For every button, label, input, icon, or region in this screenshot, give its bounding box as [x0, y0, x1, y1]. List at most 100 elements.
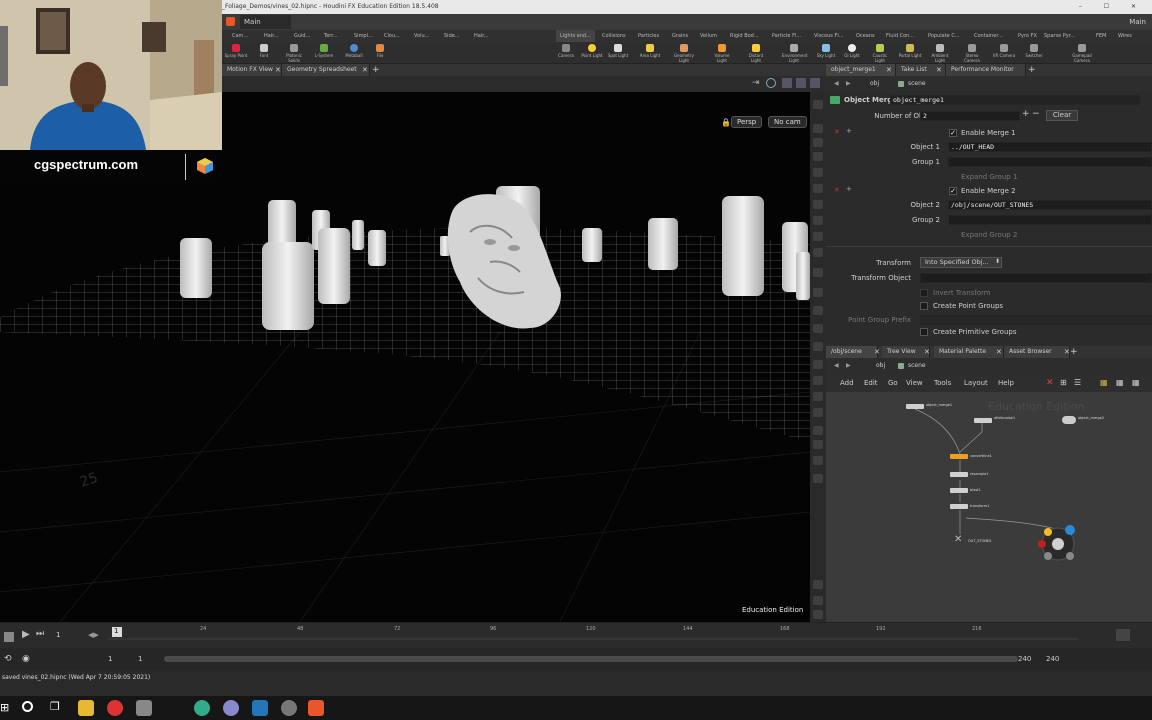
grid-icon[interactable] [813, 596, 823, 605]
shelf-tab[interactable]: Particles [638, 30, 659, 42]
display-tool-icon[interactable] [813, 232, 823, 241]
switcher-tool[interactable]: Switcher [1022, 43, 1046, 58]
range-end-field[interactable]: 240 [1018, 655, 1031, 663]
expand-group2-button[interactable]: Expand Group 2 [961, 231, 1017, 239]
shelf-tab[interactable]: Hair... [264, 30, 279, 42]
group2-field[interactable] [948, 215, 1152, 225]
menu-add[interactable]: Add [840, 374, 854, 392]
shelf-tab[interactable]: Particle Fl... [772, 30, 801, 42]
houdini-taskbar-icon[interactable] [308, 700, 324, 716]
close-icon[interactable]: ✕ [924, 346, 930, 358]
portal-light-tool[interactable]: Portal Light [898, 43, 922, 58]
invert-transform-checkbox[interactable] [920, 289, 928, 297]
add-tab-icon[interactable]: + [1028, 64, 1036, 76]
node-name-field[interactable]: object_merge1 [890, 95, 1140, 105]
gamepad-camera-tool[interactable]: Gamepad Camera [1070, 43, 1094, 63]
grid-icon[interactable]: ▦ [1116, 374, 1124, 392]
list-icon[interactable]: ☰ [1074, 374, 1081, 392]
area-light-tool[interactable]: Area Light [638, 43, 662, 58]
display-tool-icon[interactable] [813, 138, 823, 147]
path-scene[interactable]: scene [908, 76, 926, 92]
remove-multiparm-icon[interactable]: − [1032, 109, 1040, 119]
tab-geometry-spreadsheet[interactable]: Geometry Spreadsheet [282, 64, 370, 76]
create-point-groups-checkbox[interactable] [920, 302, 928, 310]
clear-button[interactable]: Clear [1046, 110, 1078, 121]
shelf-tab[interactable]: Wires [1118, 30, 1132, 42]
display-tool-icon[interactable] [813, 184, 823, 193]
remove-instance-icon[interactable]: ✕ [834, 128, 840, 136]
display-tool-icon[interactable] [813, 408, 823, 417]
null-node-icon[interactable]: ✕ [954, 534, 962, 545]
node-ring-menu[interactable] [1034, 520, 1084, 566]
vr-camera-tool[interactable]: VR Camera [992, 43, 1016, 58]
display-tool-icon[interactable] [813, 392, 823, 401]
display-tool-icon[interactable] [813, 440, 823, 449]
shelf-tab[interactable]: Terr... [324, 30, 338, 42]
play-icon[interactable]: ▶ [22, 629, 30, 640]
shelf-tab-active[interactable]: Lights and... [556, 30, 595, 42]
forward-arrow-icon[interactable]: ▶ [846, 76, 851, 92]
enable-merge2-checkbox[interactable]: ✓ [949, 187, 957, 195]
network-node[interactable] [950, 472, 968, 477]
start-icon[interactable]: ⊞ [0, 701, 9, 714]
end-frame-field[interactable]: 240 [1046, 655, 1059, 663]
file-tool[interactable]: File [368, 43, 392, 58]
path-obj[interactable]: obj [876, 358, 885, 374]
insert-instance-icon[interactable]: + [846, 127, 852, 135]
spot-light-tool[interactable]: Spot Light [606, 43, 630, 58]
home-view-icon[interactable] [766, 78, 776, 88]
display-tool-icon[interactable] [813, 168, 823, 177]
display-options-icon[interactable] [796, 78, 806, 88]
spray-paint-tool[interactable]: Spray Paint [224, 43, 248, 58]
add-multiparm-icon[interactable]: + [1022, 109, 1030, 119]
start-frame-field[interactable]: 1 [108, 655, 112, 663]
close-icon[interactable]: ✕ [996, 346, 1002, 358]
app-icon[interactable] [136, 700, 152, 716]
display-tool-icon[interactable] [813, 200, 823, 209]
tab-tree-view[interactable]: Tree View [882, 346, 930, 358]
grid-view-icon[interactable]: ▦ [1100, 374, 1108, 392]
stereo-camera-tool[interactable]: Stereo Camera [960, 43, 984, 63]
shelf-tab[interactable]: Hair... [474, 30, 489, 42]
shelf-tab[interactable]: Side... [444, 30, 460, 42]
distant-light-tool[interactable]: Distant Light [744, 43, 768, 63]
font-tool[interactable]: Font [252, 43, 276, 58]
tab-motion-fx-view[interactable]: Motion FX View [222, 64, 282, 76]
back-arrow-icon[interactable]: ◀ [834, 76, 839, 92]
display-tool-icon[interactable] [813, 248, 823, 257]
remove-instance-icon[interactable]: ✕ [834, 186, 840, 194]
arrow-icon[interactable]: ⇥ [752, 78, 760, 88]
shelf-tab[interactable]: Sparse Pyr... [1044, 30, 1075, 42]
back-arrow-icon[interactable]: ◀ [834, 358, 839, 374]
volume-light-tool[interactable]: Volume Light [710, 43, 734, 63]
menu-layout[interactable]: Layout [964, 374, 988, 392]
shelf-tab[interactable]: Simpl... [354, 30, 373, 42]
display-tool-icon[interactable] [813, 342, 823, 351]
close-icon[interactable]: ✕ [1064, 346, 1070, 358]
display-tool-icon[interactable] [813, 360, 823, 369]
step-back-icon[interactable]: ◀▶ [88, 631, 99, 639]
path-scene[interactable]: scene [908, 358, 926, 374]
platonic-solids-tool[interactable]: Platonic Solids [282, 43, 306, 63]
keys-icon[interactable] [1116, 629, 1130, 641]
display-tool-icon[interactable] [813, 456, 823, 465]
shelf-tab[interactable]: Collisions [602, 30, 626, 42]
add-tab-icon[interactable]: + [372, 64, 380, 76]
task-view-icon[interactable]: ❐ [50, 700, 60, 713]
network-node[interactable] [906, 404, 924, 409]
shelf-tab[interactable]: FEM [1096, 30, 1106, 42]
shelf-tab[interactable]: Clou... [384, 30, 400, 42]
close-icon[interactable]: ✕ [362, 64, 368, 76]
gi-light-tool[interactable]: GI Light [840, 43, 864, 58]
chrome-icon[interactable] [107, 700, 123, 716]
display-tool-icon[interactable] [813, 426, 823, 435]
display-tool-icon[interactable] [813, 268, 823, 277]
display-tool-icon[interactable] [813, 100, 823, 109]
close-icon[interactable]: ✕ [886, 64, 892, 76]
settings-icon[interactable] [813, 610, 823, 619]
close-icon[interactable]: ✕ [936, 64, 942, 76]
range-start-field[interactable]: 1 [138, 655, 142, 663]
forward-arrow-icon[interactable]: ▶ [846, 358, 851, 374]
layout-icon[interactable] [810, 78, 820, 88]
shelf-tab[interactable]: Cam... [232, 30, 248, 42]
